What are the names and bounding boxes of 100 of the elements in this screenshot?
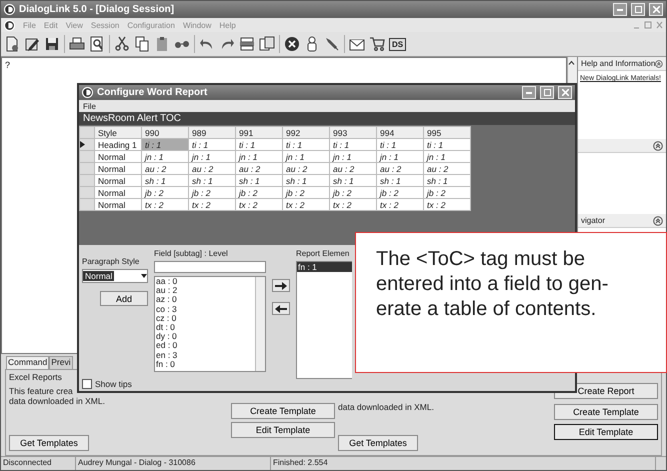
edit-template-button[interactable]: Edit Template <box>231 422 335 438</box>
get-templates-button[interactable]: Get Templates <box>338 435 418 452</box>
table-cell[interactable]: tx : 2 <box>424 198 470 211</box>
table-cell[interactable]: jb : 2 <box>376 186 424 199</box>
table-cell[interactable]: au : 2 <box>236 162 282 175</box>
table-cell[interactable]: au : 2 <box>424 162 470 175</box>
table-cell[interactable]: sh : 1 <box>188 174 236 187</box>
maximize-button[interactable] <box>631 3 645 16</box>
remove-left-button[interactable] <box>272 302 290 315</box>
floppy-icon[interactable] <box>44 36 60 52</box>
table-cell[interactable]: ti : 1 <box>236 138 282 151</box>
table-cell[interactable]: tx : 2 <box>376 198 424 211</box>
table-cell[interactable]: au : 2 <box>376 162 424 175</box>
add-right-button[interactable] <box>272 279 290 292</box>
table-cell[interactable]: Normal <box>94 162 142 175</box>
windows-icon[interactable] <box>259 36 275 52</box>
list-item[interactable]: co : 3 <box>156 304 255 314</box>
table-cell[interactable]: jn : 1 <box>376 150 424 163</box>
list-item[interactable]: ed : 0 <box>156 341 255 351</box>
table-cell[interactable]: tx : 2 <box>282 198 330 211</box>
table-cell[interactable]: au : 2 <box>188 162 236 175</box>
create-template-button[interactable]: Create Template <box>554 404 658 420</box>
create-template-button[interactable]: Create Template <box>231 403 335 419</box>
table-cell[interactable]: Normal <box>94 150 142 163</box>
close-button[interactable] <box>649 3 663 16</box>
menu-item[interactable]: File <box>83 102 96 111</box>
table-cell[interactable]: ti : 1 <box>330 138 376 151</box>
table-cell[interactable]: jb : 2 <box>188 186 236 199</box>
table-cell[interactable]: sh : 1 <box>424 174 470 187</box>
table-cell[interactable]: Normal <box>94 186 142 199</box>
table-cell[interactable]: ti : 1 <box>376 138 424 151</box>
list-item[interactable]: fn : 0 <box>156 360 255 370</box>
table-cell[interactable]: au : 2 <box>142 162 188 175</box>
table-cell[interactable]: au : 2 <box>330 162 376 175</box>
table-cell[interactable]: ti : 1 <box>424 138 470 151</box>
scroll-up-icon[interactable] <box>568 60 575 65</box>
table-cell[interactable]: sh : 1 <box>236 174 282 187</box>
collapse-icon[interactable] <box>653 216 663 226</box>
list-item[interactable]: dt : 0 <box>156 323 255 332</box>
input-field[interactable] <box>154 261 266 273</box>
scissors-icon[interactable] <box>114 36 130 52</box>
ds-button[interactable]: DS <box>389 38 406 50</box>
edit-template-button[interactable]: Edit Template <box>554 424 658 440</box>
list-item[interactable]: aa : 0 <box>156 277 255 286</box>
maximize-button[interactable] <box>540 86 554 100</box>
cart-icon[interactable] <box>369 36 385 52</box>
table-cell[interactable]: sh : 1 <box>330 174 376 187</box>
checkbox[interactable] <box>82 379 92 389</box>
document-icon[interactable] <box>4 36 20 52</box>
collapse-icon[interactable] <box>655 58 663 68</box>
pencil-icon[interactable] <box>24 36 40 52</box>
list-item[interactable]: au : 2 <box>156 286 255 296</box>
table-cell[interactable]: jb : 2 <box>424 186 470 199</box>
table-cell[interactable]: sh : 1 <box>142 174 188 187</box>
pen-icon[interactable] <box>324 36 340 52</box>
table-cell[interactable]: ti : 1 <box>282 138 330 151</box>
table-cell[interactable]: tx : 2 <box>330 198 376 211</box>
style-dropdown[interactable]: Normal <box>82 269 148 283</box>
row-header[interactable] <box>80 138 94 151</box>
logo-icon <box>4 20 15 30</box>
printer-icon[interactable] <box>69 36 85 52</box>
table-cell[interactable]: jn : 1 <box>330 150 376 163</box>
table-cell[interactable]: Normal <box>94 198 142 211</box>
table-cell[interactable]: sh : 1 <box>376 174 424 187</box>
table-cell[interactable]: tx : 2 <box>236 198 282 211</box>
collapse-icon[interactable] <box>653 140 663 150</box>
list-item[interactable]: fn : 1 <box>297 262 352 272</box>
table-cell[interactable]: jn : 1 <box>282 150 330 163</box>
table-cell[interactable]: tx : 2 <box>142 198 188 211</box>
table-cell[interactable]: tx : 2 <box>188 198 236 211</box>
minimize-button[interactable] <box>613 3 627 16</box>
table-cell[interactable]: jn : 1 <box>188 150 236 163</box>
get-templates-button[interactable]: Get Templates <box>9 435 89 451</box>
tab[interactable]: Command <box>6 356 50 369</box>
table-cell[interactable]: jb : 2 <box>330 186 376 199</box>
close-button[interactable] <box>558 86 572 100</box>
clipboard-icon[interactable] <box>154 36 170 52</box>
list-item[interactable]: cz : 0 <box>156 314 255 324</box>
scrollbar[interactable] <box>255 277 265 371</box>
print-preview-icon[interactable] <box>89 36 105 52</box>
list-item[interactable]: dy : 0 <box>156 332 255 342</box>
stop-icon[interactable] <box>284 36 300 52</box>
table-cell[interactable]: Heading 1 <box>94 138 142 151</box>
table-cell[interactable]: Normal <box>94 174 142 187</box>
table-cell[interactable]: jn : 1 <box>236 150 282 163</box>
list-item[interactable]: az : 0 <box>156 295 255 305</box>
table-cell[interactable]: jn : 1 <box>424 150 470 163</box>
copy-icon[interactable] <box>134 36 150 52</box>
table-cell[interactable]: jb : 2 <box>142 186 188 199</box>
table-cell[interactable]: sh : 1 <box>282 174 330 187</box>
add-button[interactable]: Add <box>100 291 148 306</box>
tab[interactable]: Previ <box>49 356 73 369</box>
table-cell[interactable]: jn : 1 <box>142 150 188 163</box>
table-cell[interactable]: ti : 1 <box>188 138 236 151</box>
list-item[interactable]: en : 3 <box>156 350 255 360</box>
table-cell[interactable]: ti : 1 <box>142 138 188 151</box>
table-cell[interactable]: au : 2 <box>282 162 330 175</box>
table-cell[interactable]: jb : 2 <box>282 186 330 199</box>
table-cell[interactable]: jb : 2 <box>236 186 282 199</box>
minimize-button[interactable] <box>522 86 536 100</box>
